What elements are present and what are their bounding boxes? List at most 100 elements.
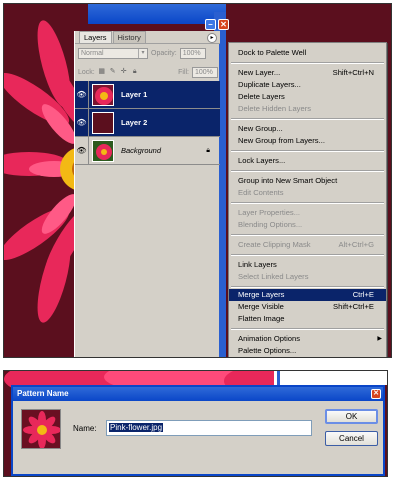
menu-item-group-into-smart-object[interactable]: Group into New Smart Object: [229, 175, 386, 187]
opacity-label: Opacity:: [151, 49, 177, 57]
dialog-title: Pattern Name: [13, 387, 383, 401]
pattern-name-input[interactable]: Pink-flower.jpg: [106, 420, 312, 436]
minimize-icon[interactable]: –: [205, 19, 216, 30]
menu-item-merge-visible[interactable]: Merge Visible Shift+Ctrl+E: [229, 301, 386, 313]
blend-mode-select[interactable]: Normal ▾: [78, 47, 148, 59]
close-icon[interactable]: ✕: [371, 389, 381, 399]
transparency-lock-icon[interactable]: ▦: [98, 68, 106, 76]
submenu-arrow-icon: ▶: [377, 336, 382, 342]
menu-item-label: Link Layers: [238, 260, 277, 269]
layer-thumbnail: [92, 83, 114, 106]
menu-item-label: New Group from Layers...: [238, 136, 325, 145]
menu-separator: [231, 254, 384, 256]
eye-icon[interactable]: 👁︎: [75, 80, 89, 109]
menu-item-label: Edit Contents: [238, 188, 284, 197]
layer-row-layer-1[interactable]: 👁︎ Layer 1: [75, 80, 220, 109]
ok-button[interactable]: OK: [325, 409, 378, 424]
layer-name: Layer 2: [121, 118, 148, 127]
cancel-button[interactable]: Cancel: [325, 431, 378, 446]
menu-item-new-group-from-layers[interactable]: New Group from Layers...: [229, 135, 386, 147]
menu-item-label: Duplicate Layers...: [238, 80, 301, 89]
layer-row-background[interactable]: 👁︎ Background 🔒︎: [75, 136, 220, 165]
menu-item-new-group[interactable]: New Group...: [229, 123, 386, 135]
menu-item-shortcut: Ctrl+E: [352, 290, 374, 299]
layer-thumbnail: [92, 111, 114, 134]
menu-item-label: Lock Layers...: [238, 156, 286, 165]
tab-history[interactable]: History: [112, 31, 146, 43]
brush-icon[interactable]: ✎: [109, 68, 117, 76]
menu-item-label: Create Clipping Mask: [238, 240, 311, 249]
menu-item-label: Animation Options: [238, 334, 301, 343]
blend-mode-value: Normal: [81, 49, 104, 57]
layer-list: 👁︎ Layer 1 👁︎ Layer 2 👁︎ Background 🔒︎: [75, 80, 220, 165]
pattern-name-dialog: Pattern Name ✕ Name: Pink-flower.jpg OK …: [11, 385, 385, 476]
menu-item-flatten-image[interactable]: Flatten Image: [229, 313, 386, 325]
menu-item-animation-options[interactable]: Animation Options ▶: [229, 333, 386, 345]
lock-label: Lock:: [78, 68, 95, 76]
menu-item-label: Group into New Smart Object: [238, 176, 338, 185]
close-icon[interactable]: ✕: [218, 19, 229, 30]
menu-separator: [231, 118, 384, 120]
eye-icon[interactable]: 👁︎: [75, 108, 89, 137]
menu-item-label: New Group...: [238, 124, 283, 133]
menu-item-label: New Layer...: [238, 68, 281, 77]
menu-item-shortcut: Shift+Ctrl+N: [332, 68, 374, 77]
menu-separator: [231, 234, 384, 236]
layers-palette: Layers History ▸ Normal ▾ Opacity: 100% …: [74, 31, 220, 357]
menu-item-palette-options[interactable]: Palette Options...: [229, 345, 386, 357]
menu-item-label: Merge Visible: [238, 302, 284, 311]
menu-item-layer-properties: Layer Properties...: [229, 207, 386, 219]
lock-icon: 🔒︎: [206, 146, 210, 154]
fill-label: Fill:: [178, 68, 189, 76]
menu-item-label: Delete Layers: [238, 92, 285, 101]
move-icon[interactable]: ✛: [120, 68, 128, 76]
name-label: Name:: [73, 424, 97, 433]
menu-item-dock-to-palette-well[interactable]: Dock to Palette Well: [229, 47, 386, 59]
menu-item-delete-layers[interactable]: Delete Layers: [229, 91, 386, 103]
menu-item-label: Select Linked Layers: [238, 272, 309, 281]
fill-field[interactable]: 100%: [192, 66, 218, 78]
menu-separator: [231, 328, 384, 330]
menu-separator: [231, 150, 384, 152]
lock-icon[interactable]: 🔒︎: [131, 68, 139, 76]
menu-item-create-clipping-mask: Create Clipping Mask Alt+Ctrl+G: [229, 239, 386, 251]
menu-item-select-linked-layers: Select Linked Layers: [229, 271, 386, 283]
window-controls: – ✕: [205, 19, 229, 30]
menu-separator: [231, 62, 384, 64]
menu-item-new-layer[interactable]: New Layer... Shift+Ctrl+N: [229, 67, 386, 79]
pattern-thumbnail: [21, 409, 61, 449]
menu-item-label: Dock to Palette Well: [238, 48, 307, 57]
menu-item-merge-layers[interactable]: Merge Layers Ctrl+E: [229, 289, 386, 301]
palette-tabs: Layers History: [75, 31, 220, 44]
flower-image-canvas: [4, 4, 84, 357]
tab-layers[interactable]: Layers: [79, 31, 112, 43]
menu-item-edit-contents: Edit Contents: [229, 187, 386, 199]
eye-icon[interactable]: 👁︎: [75, 136, 89, 165]
layers-context-menu: Dock to Palette Well New Layer... Shift+C…: [228, 42, 387, 357]
menu-item-label: Layer Properties...: [238, 208, 301, 217]
photoshop-layers-screenshot: – ✕ Layers History ▸ Normal ▾ Opacity: 1…: [3, 3, 392, 358]
palette-menu-button[interactable]: ▸: [207, 33, 217, 43]
menu-item-lock-layers[interactable]: Lock Layers...: [229, 155, 386, 167]
menu-item-label: Palette Options...: [238, 346, 297, 355]
layer-name: Background: [121, 146, 162, 155]
layer-name: Layer 1: [121, 90, 148, 99]
menu-separator: [231, 170, 384, 172]
menu-item-shortcut: Alt+Ctrl+G: [338, 240, 374, 249]
layer-row-layer-2[interactable]: 👁︎ Layer 2: [75, 108, 220, 137]
menu-item-label: Delete Hidden Layers: [238, 104, 312, 113]
menu-item-shortcut: Shift+Ctrl+E: [333, 302, 374, 311]
pattern-name-screenshot: Pattern Name ✕ Name: Pink-flower.jpg OK …: [3, 370, 388, 477]
chevron-down-icon: ▾: [138, 48, 147, 58]
menu-item-link-layers[interactable]: Link Layers: [229, 259, 386, 271]
menu-item-delete-hidden-layers: Delete Hidden Layers: [229, 103, 386, 115]
menu-item-label: Flatten Image: [238, 314, 285, 323]
blend-row: Normal ▾ Opacity: 100%: [78, 47, 218, 59]
menu-separator: [231, 202, 384, 204]
menu-item-duplicate-layers[interactable]: Duplicate Layers...: [229, 79, 386, 91]
opacity-field[interactable]: 100%: [179, 47, 206, 59]
menu-item-label: Blending Options...: [238, 220, 303, 229]
menu-item-blending-options: Blending Options...: [229, 219, 386, 231]
layer-thumbnail: [92, 139, 114, 162]
lock-row: Lock: ▦ ✎ ✛ 🔒︎ Fill: 100%: [78, 66, 218, 78]
